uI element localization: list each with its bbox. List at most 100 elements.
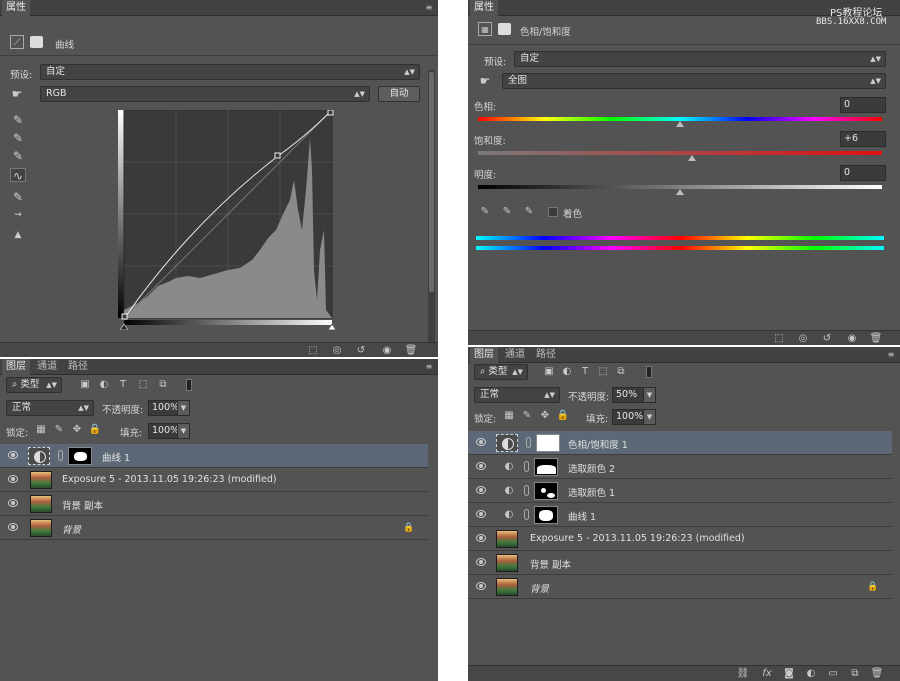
eye-icon[interactable]	[476, 582, 486, 590]
layer-row[interactable]: ◐ 选取颜色 2	[468, 455, 892, 479]
layer-mask-thumbnail[interactable]	[534, 506, 558, 524]
lock-transparent-icon[interactable]: ▦	[502, 409, 516, 423]
fx-icon[interactable]: fx	[760, 667, 774, 681]
eye-icon[interactable]	[476, 510, 486, 518]
saturation-field[interactable]: +6	[840, 131, 886, 147]
lock-position-icon[interactable]: ✥	[538, 409, 552, 423]
eye-icon[interactable]	[8, 451, 18, 459]
lock-all-icon[interactable]: 🔒	[88, 423, 102, 437]
white-eyedropper-icon[interactable]: ✎	[10, 149, 26, 163]
visibility-icon[interactable]: ◉	[845, 332, 859, 345]
link-icon[interactable]	[524, 485, 529, 496]
visibility-icon[interactable]: ◉	[380, 344, 394, 357]
layer-mask-thumbnail[interactable]	[534, 482, 558, 500]
kind-filter-select[interactable]: ⌕ 类型 ▲▼	[6, 377, 62, 393]
layer-mask-thumbnail[interactable]	[536, 434, 560, 452]
fill-field[interactable]: 100%	[148, 423, 179, 439]
layer-row[interactable]: 曲线 1	[0, 444, 428, 468]
auto-button[interactable]: 自动	[378, 86, 420, 102]
eye-icon[interactable]	[476, 558, 486, 566]
scrollbar-thumb[interactable]	[429, 72, 434, 292]
layer-row[interactable]: 背景 🔒	[468, 575, 892, 599]
fill-dropdown[interactable]: ▼	[177, 423, 190, 439]
view-previous-icon[interactable]: ◎	[796, 332, 810, 345]
black-eyedropper-icon[interactable]: ✎	[10, 113, 26, 127]
adjustment-filter-icon[interactable]: ◐	[97, 378, 111, 392]
hue-slider-knob[interactable]	[676, 121, 684, 127]
curve-point-white[interactable]	[327, 110, 334, 116]
tab-layers[interactable]: 图层	[470, 347, 498, 363]
lightness-slider-knob[interactable]	[676, 189, 684, 195]
colorize-checkbox[interactable]	[548, 207, 558, 217]
shape-filter-icon[interactable]: ⬚	[136, 378, 150, 392]
link-icon[interactable]	[524, 509, 529, 520]
layer-mask-icon[interactable]	[498, 23, 511, 35]
layer-row[interactable]: 背景 副本	[0, 492, 428, 516]
layer-row[interactable]: 背景 🔒	[0, 516, 428, 540]
adjustment-filter-icon[interactable]: ◐	[560, 365, 574, 379]
curve-point-black[interactable]	[121, 313, 128, 320]
fill-field[interactable]: 100%	[612, 409, 644, 425]
range-select[interactable]: 全图 ▲▼	[502, 73, 886, 89]
reset-icon[interactable]: ↺	[354, 344, 368, 357]
layer-mask-icon[interactable]	[30, 36, 43, 48]
clip-to-layer-icon[interactable]: ⬚	[306, 344, 320, 357]
delete-icon[interactable]: 🗑	[404, 344, 418, 357]
eye-icon[interactable]	[8, 499, 18, 507]
lightness-field[interactable]: 0	[840, 165, 886, 181]
tab-paths[interactable]: 路径	[532, 347, 560, 363]
lock-position-icon[interactable]: ✥	[70, 423, 84, 437]
opacity-dropdown[interactable]: ▼	[643, 387, 656, 403]
layer-row[interactable]: ◐ 曲线 1	[468, 503, 892, 527]
gray-eyedropper-icon[interactable]: ✎	[10, 131, 26, 145]
tab-channels[interactable]: 通道	[501, 347, 529, 363]
preset-select[interactable]: 自定 ▲▼	[514, 51, 886, 67]
eye-icon[interactable]	[8, 475, 18, 483]
pixel-filter-icon[interactable]: ▣	[78, 378, 92, 392]
tab-paths[interactable]: 路径	[64, 359, 92, 375]
blend-mode-select[interactable]: 正常 ▲▼	[474, 387, 560, 403]
lock-all-icon[interactable]: 🔒	[556, 409, 570, 423]
type-filter-icon[interactable]: T	[116, 378, 130, 392]
shape-filter-icon[interactable]: ⬚	[596, 365, 610, 379]
layer-row[interactable]: 色相/饱和度 1	[468, 431, 892, 455]
tab-channels[interactable]: 通道	[33, 359, 61, 375]
new-layer-icon[interactable]: ⧉	[848, 667, 862, 681]
curve-point-tool-icon[interactable]: ∿	[10, 168, 26, 183]
filter-toggle[interactable]	[186, 379, 192, 391]
eye-icon[interactable]	[8, 523, 18, 531]
layer-row[interactable]: Exposure 5 - 2013.11.05 19:26:23 (modifi…	[468, 527, 892, 551]
panel-menu-icon[interactable]: ≡	[422, 1, 436, 15]
saturation-slider-knob[interactable]	[688, 155, 696, 161]
link-icon[interactable]	[524, 461, 529, 472]
smart-object-filter-icon[interactable]: ⧉	[156, 378, 170, 392]
pencil-tool-icon[interactable]: ✎	[10, 190, 26, 204]
filter-toggle[interactable]	[646, 366, 652, 378]
lock-transparent-icon[interactable]: ▦	[34, 423, 48, 437]
clipping-warning-icon[interactable]: ▲	[10, 228, 26, 242]
tab-properties[interactable]: 属性	[2, 0, 30, 16]
hue-field[interactable]: 0	[840, 97, 886, 113]
link-icon[interactable]	[526, 437, 531, 448]
opacity-dropdown[interactable]: ▼	[177, 400, 190, 416]
link-icon[interactable]	[58, 450, 63, 461]
layer-mask-thumbnail[interactable]	[68, 447, 92, 465]
hand-target-icon[interactable]: ☛	[10, 87, 24, 101]
fill-dropdown[interactable]: ▼	[643, 409, 656, 425]
layer-mask-thumbnail[interactable]	[534, 458, 558, 476]
tab-layers[interactable]: 图层	[2, 359, 30, 375]
saturation-slider-track[interactable]	[478, 151, 882, 155]
reset-icon[interactable]: ↺	[820, 332, 834, 345]
lock-image-icon[interactable]: ✎	[52, 423, 66, 437]
channel-select[interactable]: RGB ▲▼	[40, 86, 370, 102]
layer-row[interactable]: ◐ 选取颜色 1	[468, 479, 892, 503]
eye-icon[interactable]	[476, 534, 486, 542]
view-previous-icon[interactable]: ◎	[330, 344, 344, 357]
eyedropper-plus-icon[interactable]: ✎	[500, 205, 514, 219]
smooth-curve-icon[interactable]: ⇝	[10, 208, 26, 222]
eye-icon[interactable]	[476, 438, 486, 446]
clip-to-layer-icon[interactable]: ⬚	[772, 332, 786, 345]
delete-layer-icon[interactable]: 🗑	[870, 667, 884, 681]
new-group-icon[interactable]: ▭	[826, 667, 840, 681]
curve-point-mid[interactable]	[274, 152, 281, 159]
